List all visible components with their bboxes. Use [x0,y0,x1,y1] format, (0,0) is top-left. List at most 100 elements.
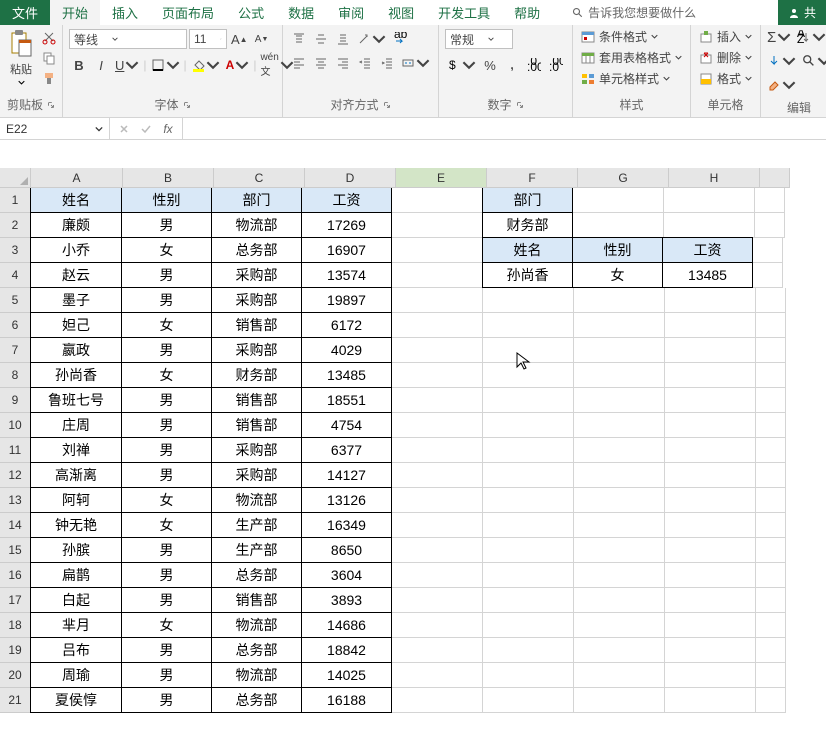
cell[interactable]: 生产部 [211,537,302,563]
cell[interactable]: 扁鹊 [30,562,122,588]
decrease-decimal-button[interactable]: .00.0 [546,55,566,75]
col-header[interactable] [760,168,790,188]
cell[interactable]: 工资 [301,187,392,213]
dialog-launcher-icon[interactable] [516,101,524,109]
insert-cells-button[interactable]: 插入 [695,27,756,46]
cell[interactable] [483,538,574,563]
font-size-combo[interactable]: 11 [189,29,227,49]
cell[interactable]: 小乔 [30,237,122,263]
cell[interactable]: 男 [121,562,212,588]
cell[interactable]: 高渐离 [30,462,122,488]
cell[interactable] [392,388,483,413]
cell[interactable] [392,538,483,563]
cell[interactable] [665,413,756,438]
row-header[interactable]: 15 [0,538,31,563]
cell[interactable]: 生产部 [211,512,302,538]
cell[interactable] [756,288,786,313]
cell[interactable] [665,513,756,538]
cell[interactable] [665,663,756,688]
cell[interactable]: 姓名 [482,237,573,263]
cell[interactable]: 13485 [301,362,392,388]
align-left-button[interactable] [289,53,309,73]
row-header[interactable]: 18 [0,613,31,638]
cell[interactable]: 刘禅 [30,437,122,463]
fill-button[interactable] [765,51,798,71]
cell[interactable]: 男 [121,662,212,688]
row-header[interactable]: 1 [0,188,31,213]
share-button[interactable]: 共 [778,0,826,25]
cell[interactable] [756,663,786,688]
cell[interactable]: 男 [121,212,212,238]
cell[interactable]: 物流部 [211,662,302,688]
cell[interactable] [665,538,756,563]
col-header[interactable]: E [396,168,487,188]
cell[interactable] [755,188,785,213]
cell[interactable] [392,413,483,438]
cell[interactable] [756,363,786,388]
row-header[interactable]: 17 [0,588,31,613]
cell[interactable]: 孙尚香 [30,362,122,388]
row-header[interactable]: 2 [0,213,31,238]
align-center-button[interactable] [311,53,331,73]
row-header[interactable]: 3 [0,238,31,263]
cell[interactable]: 销售部 [211,387,302,413]
row-header[interactable]: 10 [0,413,31,438]
autosum-button[interactable]: Σ [765,27,793,47]
percent-button[interactable]: % [480,55,500,75]
col-header[interactable]: G [578,168,669,188]
cell[interactable]: 销售部 [211,587,302,613]
sort-filter-button[interactable]: AZ [795,27,826,47]
cell[interactable] [574,663,665,688]
cell[interactable]: 性别 [572,237,663,263]
cell[interactable]: 4029 [301,337,392,363]
col-header[interactable]: A [31,168,123,188]
cell[interactable] [756,638,786,663]
tab-dev[interactable]: 开发工具 [426,0,502,25]
tab-insert[interactable]: 插入 [100,0,150,25]
cell[interactable] [574,563,665,588]
row-header[interactable]: 7 [0,338,31,363]
tell-me[interactable]: 告诉我您想要做什么 [560,0,708,25]
cell[interactable] [756,413,786,438]
cell[interactable]: 采购部 [211,337,302,363]
cell[interactable] [756,538,786,563]
spreadsheet-grid[interactable]: A B C D E F G H 1姓名性别部门工资部门2廉颇男物流部17269财… [0,168,826,713]
tab-data[interactable]: 数据 [276,0,326,25]
cell[interactable] [392,563,483,588]
cell[interactable] [753,238,783,263]
cell[interactable]: 财务部 [482,212,573,238]
align-middle-button[interactable] [311,29,331,49]
table-format-button[interactable]: 套用表格格式 [577,48,686,67]
cell[interactable]: 孙尚香 [482,262,573,288]
cell[interactable] [483,488,574,513]
col-header[interactable]: F [487,168,578,188]
cell[interactable]: 女 [121,487,212,513]
cell[interactable] [483,438,574,463]
cell[interactable]: 男 [121,587,212,613]
row-header[interactable]: 14 [0,513,31,538]
cell[interactable] [574,338,665,363]
cell[interactable] [756,513,786,538]
font-color-button[interactable]: A [224,55,252,75]
dialog-launcher-icon[interactable] [383,101,391,109]
merge-button[interactable] [399,53,432,73]
cell[interactable]: 男 [121,687,212,713]
format-painter-button[interactable] [40,69,58,87]
cell[interactable]: 总务部 [211,687,302,713]
cell[interactable]: 13574 [301,262,392,288]
accounting-button[interactable]: $ [445,55,478,75]
tab-help[interactable]: 帮助 [502,0,552,25]
cell[interactable]: 总务部 [211,562,302,588]
cell[interactable] [574,613,665,638]
row-header[interactable]: 16 [0,563,31,588]
cell[interactable]: 廉颇 [30,212,122,238]
copy-button[interactable] [40,49,58,67]
name-box[interactable]: E22 [0,118,110,139]
cell[interactable] [665,588,756,613]
cell[interactable]: 13485 [662,262,753,288]
cell[interactable]: 吕布 [30,637,122,663]
cell[interactable] [483,288,574,313]
cell[interactable] [574,588,665,613]
decrease-indent-button[interactable] [355,53,375,73]
cell[interactable] [392,588,483,613]
